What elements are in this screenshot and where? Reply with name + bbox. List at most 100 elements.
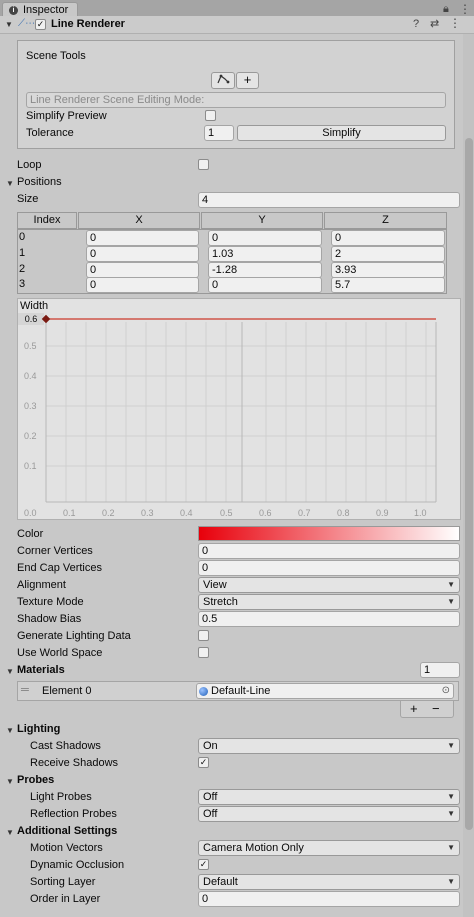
- list-add-button[interactable]: +: [410, 701, 418, 716]
- texture-mode-dropdown[interactable]: Stretch ▼: [198, 594, 460, 610]
- drag-handle-icon[interactable]: ═: [21, 684, 29, 696]
- probes-label: Probes: [17, 774, 55, 786]
- generate-lighting-data-checkbox[interactable]: [198, 630, 209, 641]
- positions-label: Positions: [17, 176, 62, 188]
- materials-count-input[interactable]: 1: [420, 662, 460, 678]
- size-input[interactable]: 4: [198, 192, 460, 208]
- light-probes-label: Light Probes: [30, 791, 92, 803]
- element-0-label: Element 0: [42, 685, 92, 697]
- sorting-layer-dropdown[interactable]: Default ▼: [198, 874, 460, 890]
- position-x-input[interactable]: 0: [86, 277, 199, 293]
- component-menu-icon[interactable]: ⋮: [449, 16, 461, 30]
- row-index: 2: [19, 263, 26, 275]
- y-tick: 0.4: [24, 371, 37, 381]
- chevron-down-icon: ▼: [447, 580, 455, 589]
- dynamic-occlusion-checkbox[interactable]: ✓: [198, 859, 209, 870]
- help-icon[interactable]: ?: [413, 18, 419, 30]
- x-tick: 0.0: [24, 508, 37, 518]
- material-object-field[interactable]: Default-Line ⊙: [196, 683, 454, 699]
- order-in-layer-input[interactable]: 0: [198, 891, 460, 907]
- motion-vectors-value: Camera Motion Only: [203, 842, 304, 854]
- alignment-label: Alignment: [17, 579, 66, 591]
- cast-shadows-dropdown[interactable]: On ▼: [198, 738, 460, 754]
- position-z-input[interactable]: 0: [331, 230, 445, 246]
- simplify-preview-checkbox[interactable]: [205, 110, 216, 121]
- position-y-input[interactable]: 0: [208, 230, 322, 246]
- x-tick: 0.5: [220, 508, 233, 518]
- additional-settings-foldout-icon[interactable]: ▼: [6, 828, 14, 837]
- row-index: 0: [19, 231, 26, 243]
- width-curve-grid: [45, 322, 437, 503]
- generate-lighting-data-label: Generate Lighting Data: [17, 630, 131, 642]
- scrollbar-thumb[interactable]: [465, 138, 473, 830]
- alignment-dropdown[interactable]: View ▼: [198, 577, 460, 593]
- receive-shadows-checkbox[interactable]: ✓: [198, 757, 209, 768]
- position-x-input[interactable]: 0: [86, 246, 199, 262]
- shadow-bias-input[interactable]: 0.5: [198, 611, 460, 627]
- tab-label: Inspector: [23, 4, 69, 16]
- use-world-space-checkbox[interactable]: [198, 647, 209, 658]
- table-header-index: Index: [17, 212, 77, 229]
- line-renderer-icon: ⟋⋯: [18, 18, 35, 29]
- lock-icon[interactable]: 🔒︎: [443, 3, 449, 16]
- chevron-down-icon: ▼: [447, 877, 455, 886]
- tolerance-input[interactable]: 1: [204, 125, 234, 141]
- additional-settings-label: Additional Settings: [17, 825, 118, 837]
- x-tick: 0.2: [102, 508, 115, 518]
- dynamic-occlusion-label: Dynamic Occlusion: [30, 859, 125, 871]
- position-y-input[interactable]: 1.03: [208, 246, 322, 262]
- cast-shadows-value: On: [203, 740, 218, 752]
- position-z-input[interactable]: 3.93: [331, 262, 445, 278]
- x-tick: 0.3: [141, 508, 154, 518]
- materials-foldout-icon[interactable]: ▼: [6, 667, 14, 676]
- x-tick: 0.8: [337, 508, 350, 518]
- light-probes-dropdown[interactable]: Off ▼: [198, 789, 460, 805]
- table-header-x: X: [78, 212, 200, 229]
- texture-mode-value: Stretch: [203, 596, 238, 608]
- edit-points-button[interactable]: [211, 72, 235, 89]
- positions-foldout-icon[interactable]: ▼: [6, 179, 14, 188]
- scene-tools-title: Scene Tools: [26, 50, 86, 62]
- sorting-layer-value: Default: [203, 876, 238, 888]
- y-tick: 0.1: [24, 461, 37, 471]
- probes-foldout-icon[interactable]: ▼: [6, 777, 14, 786]
- position-x-input[interactable]: 0: [86, 230, 199, 246]
- add-point-button[interactable]: +: [236, 72, 259, 89]
- x-tick: 1.0: [414, 508, 427, 518]
- y-tick: 0.2: [24, 431, 37, 441]
- edit-points-icon: [217, 74, 230, 84]
- simplify-preview-label: Simplify Preview: [26, 110, 107, 122]
- y-tick: 0.3: [24, 401, 37, 411]
- end-cap-vertices-input[interactable]: 0: [198, 560, 460, 576]
- position-z-input[interactable]: 5.7: [331, 277, 445, 293]
- loop-checkbox[interactable]: [198, 159, 209, 170]
- corner-vertices-input[interactable]: 0: [198, 543, 460, 559]
- reflection-probes-dropdown[interactable]: Off ▼: [198, 806, 460, 822]
- lighting-label: Lighting: [17, 723, 61, 735]
- width-curve-line[interactable]: [18, 312, 460, 342]
- x-tick: 0.7: [298, 508, 311, 518]
- color-gradient-field[interactable]: [198, 526, 460, 541]
- tolerance-label: Tolerance: [26, 127, 74, 139]
- size-label: Size: [17, 193, 39, 205]
- table-header-y: Y: [201, 212, 323, 229]
- motion-vectors-label: Motion Vectors: [30, 842, 103, 854]
- object-picker-icon[interactable]: ⊙: [442, 684, 450, 698]
- lighting-foldout-icon[interactable]: ▼: [6, 726, 14, 735]
- position-z-input[interactable]: 2: [331, 246, 445, 262]
- motion-vectors-dropdown[interactable]: Camera Motion Only ▼: [198, 840, 460, 856]
- curve-keyframe[interactable]: [41, 314, 51, 324]
- foldout-arrow-icon[interactable]: ▼: [5, 20, 13, 29]
- list-remove-button[interactable]: −: [432, 701, 440, 716]
- width-label: Width: [20, 300, 49, 312]
- preset-icon[interactable]: ⇄: [430, 17, 439, 30]
- menu-icon[interactable]: ⋮: [459, 2, 471, 16]
- chevron-down-icon: ▼: [447, 809, 455, 818]
- simplify-button[interactable]: Simplify: [237, 125, 446, 141]
- position-y-input[interactable]: -1.28: [208, 262, 322, 278]
- list-footer: [400, 701, 454, 718]
- position-x-input[interactable]: 0: [86, 262, 199, 278]
- position-y-input[interactable]: 0: [208, 277, 322, 293]
- component-enabled-checkbox[interactable]: ✓: [35, 19, 46, 30]
- info-icon: i: [9, 6, 18, 15]
